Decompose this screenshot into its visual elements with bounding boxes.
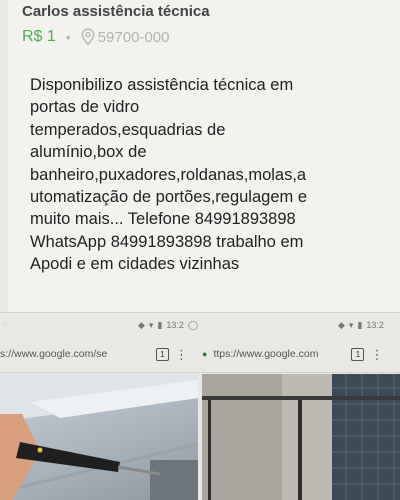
tab-switcher-icon[interactable]: 1 bbox=[351, 347, 365, 361]
description-line: muito mais... Telefone 84991893898 bbox=[30, 210, 296, 229]
screwdriver-illustration bbox=[0, 374, 198, 500]
listing-title: Carlos assistência técnica bbox=[22, 3, 210, 20]
listing-price: R$ 1 bbox=[22, 28, 56, 45]
notification-icon: ◌ bbox=[2, 318, 8, 328]
url-field-right[interactable]: ttps://www.google.com bbox=[213, 348, 345, 360]
photo-glass-door bbox=[202, 374, 400, 500]
listing-cep: 59700-000 bbox=[97, 28, 170, 46]
overflow-menu-icon[interactable]: ⋮ bbox=[370, 348, 383, 361]
whatsapp-icon: ◯ bbox=[187, 319, 199, 330]
signal-icon: ◆ bbox=[138, 319, 145, 330]
overflow-menu-icon[interactable]: ⋮ bbox=[175, 348, 188, 361]
status-time-left: 13:2 bbox=[166, 320, 184, 330]
url-field-left[interactable]: s://www.google.com/se bbox=[0, 348, 150, 360]
status-bar-left: ◆ ▾ ▮ 13:2 ◯ bbox=[138, 316, 198, 334]
status-bar-right: ◆ ▾ ▮ 13:2 bbox=[338, 316, 384, 334]
description-line: portas de vidro bbox=[30, 98, 140, 117]
separator-dot: • bbox=[65, 29, 71, 45]
browser-url-bar-left: s://www.google.com/se 1 ⋮ bbox=[0, 340, 200, 368]
urlbar-divider bbox=[0, 372, 400, 373]
price-location-row: R$ 1 • 59700-000 bbox=[22, 26, 169, 48]
lock-icon: ● bbox=[202, 349, 208, 359]
wifi-icon: ▾ bbox=[348, 319, 354, 330]
description-line: temperados,esquadrias de bbox=[30, 120, 226, 139]
browser-url-bar-right: ● ttps://www.google.com 1 ⋮ bbox=[202, 340, 400, 368]
battery-icon: ▮ bbox=[357, 319, 363, 330]
glass-door-illustration bbox=[202, 374, 400, 500]
wifi-icon: ▾ bbox=[148, 319, 154, 330]
signal-icon: ◆ bbox=[338, 319, 345, 330]
description-line: WhatsApp 84991893898 trabalho em bbox=[30, 232, 304, 251]
battery-icon: ▮ bbox=[157, 319, 163, 330]
photo-screwdriver bbox=[0, 374, 198, 500]
status-time-right: 13:2 bbox=[366, 320, 384, 330]
card-divider bbox=[0, 312, 400, 313]
description-line: banheiro,puxadores,roldanas,molas,a bbox=[30, 165, 307, 184]
description-line: Apodi e em cidades vizinhas bbox=[30, 255, 240, 274]
tab-switcher-icon[interactable]: 1 bbox=[156, 347, 169, 361]
description-line: Disponibilizo assistência técnica em bbox=[30, 76, 294, 94]
location-pin-icon bbox=[81, 28, 94, 46]
description-line: utomatização de portões,regulagem e bbox=[30, 188, 308, 207]
description-line: alumínio,box de bbox=[30, 143, 147, 162]
listing-description: Disponibilizo assistência técnica em port… bbox=[30, 74, 392, 276]
